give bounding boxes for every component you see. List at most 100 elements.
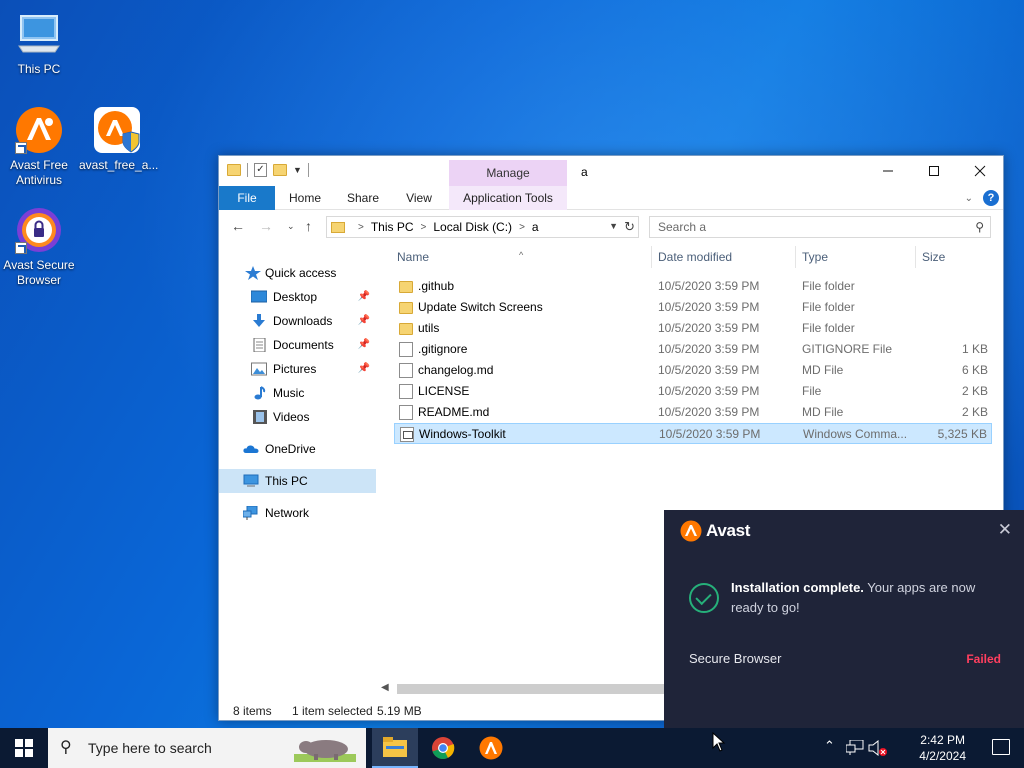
file-type: MD File bbox=[802, 363, 844, 377]
column-header-size[interactable]: Size bbox=[922, 242, 945, 272]
file-type: File folder bbox=[802, 279, 855, 293]
volume-muted-icon[interactable] bbox=[868, 740, 888, 756]
system-clock[interactable]: 2:42 PM 4/2/2024 bbox=[919, 732, 966, 764]
notification-center-icon[interactable] bbox=[992, 739, 1010, 755]
desktop-icon-avast-free-antivirus[interactable]: Avast Free Antivirus bbox=[1, 106, 77, 188]
nav-item-onedrive[interactable]: OneDrive bbox=[219, 437, 376, 461]
help-icon[interactable]: ? bbox=[983, 190, 999, 206]
back-arrow-icon[interactable]: ← bbox=[231, 218, 245, 234]
pictures-icon bbox=[251, 362, 267, 376]
manage-contextual-tab[interactable]: Manage bbox=[449, 160, 567, 187]
nav-item-desktop[interactable]: Desktop 📌 bbox=[219, 285, 376, 309]
file-type: MD File bbox=[802, 405, 844, 419]
file-size: 1 KB bbox=[961, 342, 988, 356]
recent-locations-icon[interactable]: ⌄ bbox=[287, 221, 295, 232]
file-row[interactable]: .gitignore 10/5/2020 3:59 PM GITIGNORE F… bbox=[394, 339, 992, 360]
forward-arrow-icon[interactable]: → bbox=[259, 218, 273, 234]
nav-item-network[interactable]: Network bbox=[219, 501, 376, 525]
scroll-left-icon[interactable]: ◀ bbox=[381, 682, 389, 693]
search-icon[interactable]: ⚲ bbox=[975, 217, 984, 237]
scrollbar-thumb[interactable] bbox=[397, 684, 677, 694]
desktop-icon-avast-secure-browser[interactable]: Avast Secure Browser bbox=[1, 206, 77, 288]
breadcrumb-separator-icon[interactable]: > bbox=[358, 222, 364, 233]
tab-file[interactable]: File bbox=[219, 186, 275, 210]
breadcrumb-this-pc[interactable]: This PC bbox=[371, 220, 414, 234]
maximize-button[interactable] bbox=[911, 156, 957, 186]
file-row[interactable]: utils 10/5/2020 3:59 PM File folder bbox=[394, 318, 992, 339]
breadcrumb-a[interactable]: a bbox=[532, 220, 539, 234]
pin-icon[interactable]: 📌 bbox=[358, 357, 370, 381]
desktop-icon-this-pc[interactable]: This PC bbox=[1, 10, 77, 77]
column-header-type[interactable]: Type bbox=[802, 242, 828, 272]
title-bar[interactable]: ✓ ▼ Manage a bbox=[219, 156, 1003, 187]
file-date: 10/5/2020 3:59 PM bbox=[658, 405, 760, 419]
desktop-folder-icon bbox=[251, 290, 267, 303]
chevron-down-icon[interactable]: ▼ bbox=[293, 165, 302, 175]
properties-icon[interactable]: ✓ bbox=[254, 163, 267, 177]
column-header-label: Name bbox=[397, 250, 430, 264]
music-note-icon bbox=[254, 386, 266, 400]
shortcut-arrow-icon bbox=[15, 142, 27, 154]
file-row[interactable]: .github 10/5/2020 3:59 PM File folder bbox=[394, 276, 992, 297]
file-row[interactable]: LICENSE 10/5/2020 3:59 PM File 2 KB bbox=[394, 381, 992, 402]
breadcrumb-local-disk[interactable]: Local Disk (C:) bbox=[433, 220, 512, 234]
toolbar-divider bbox=[247, 163, 248, 177]
taskbar-chrome[interactable] bbox=[420, 728, 466, 768]
tab-view[interactable]: View bbox=[395, 186, 443, 210]
avast-installer-icon bbox=[93, 106, 141, 154]
file-date: 10/5/2020 3:59 PM bbox=[659, 427, 761, 441]
file-row[interactable]: README.md 10/5/2020 3:59 PM MD File 2 KB bbox=[394, 402, 992, 423]
file-date: 10/5/2020 3:59 PM bbox=[658, 300, 760, 314]
nav-item-music[interactable]: Music bbox=[219, 381, 376, 405]
desktop-icon-label: avast_free_a... bbox=[79, 158, 159, 172]
chevron-down-icon[interactable]: ▼ bbox=[609, 221, 618, 231]
nav-item-downloads[interactable]: Downloads 📌 bbox=[219, 309, 376, 333]
pin-icon[interactable]: 📌 bbox=[358, 309, 370, 333]
desktop-icon-avast-installer[interactable]: avast_free_a... bbox=[79, 106, 159, 173]
refresh-icon[interactable]: ↻ bbox=[624, 219, 635, 235]
nav-item-pictures[interactable]: Pictures 📌 bbox=[219, 357, 376, 381]
horizontal-scrollbar[interactable]: ◀ bbox=[379, 682, 679, 696]
nav-item-videos[interactable]: Videos bbox=[219, 405, 376, 429]
close-icon[interactable]: ✕ bbox=[998, 520, 1012, 540]
file-type: GITIGNORE File bbox=[802, 342, 893, 356]
network-icon[interactable] bbox=[846, 740, 864, 756]
tab-application-tools[interactable]: Application Tools bbox=[449, 186, 567, 210]
address-bar[interactable]: > This PC > Local Disk (C:) > a ▼ ↻ bbox=[326, 216, 639, 238]
column-header-name[interactable]: Name ^ bbox=[397, 242, 523, 272]
breadcrumb-separator-icon[interactable]: > bbox=[421, 222, 427, 233]
taskbar-avast[interactable] bbox=[468, 728, 514, 768]
file-date: 10/5/2020 3:59 PM bbox=[658, 384, 760, 398]
start-button[interactable] bbox=[0, 728, 48, 768]
column-divider[interactable] bbox=[795, 246, 796, 268]
chevron-up-icon[interactable]: ⌃ bbox=[824, 738, 835, 754]
column-header-date[interactable]: Date modified bbox=[658, 242, 732, 272]
nav-item-label: Downloads bbox=[273, 314, 333, 328]
taskbar-file-explorer[interactable] bbox=[372, 728, 418, 768]
file-row[interactable]: Update Switch Screens 10/5/2020 3:59 PM … bbox=[394, 297, 992, 318]
breadcrumb-separator-icon[interactable]: > bbox=[519, 222, 525, 233]
tab-home[interactable]: Home bbox=[281, 186, 329, 210]
column-divider[interactable] bbox=[915, 246, 916, 268]
pin-icon[interactable]: 📌 bbox=[358, 333, 370, 357]
taskbar-search-input[interactable]: ⚲ Type here to search bbox=[48, 728, 366, 768]
pin-icon[interactable]: 📌 bbox=[358, 285, 370, 309]
expand-ribbon-icon[interactable]: ⌄ bbox=[965, 193, 973, 204]
nav-item-quick-access[interactable]: Quick access bbox=[219, 261, 376, 285]
new-folder-icon[interactable] bbox=[273, 164, 287, 176]
search-input[interactable]: Search a ⚲ bbox=[649, 216, 991, 238]
avast-logo-icon bbox=[15, 106, 63, 154]
file-row[interactable]: changelog.md 10/5/2020 3:59 PM MD File 6… bbox=[394, 360, 992, 381]
close-button[interactable] bbox=[957, 156, 1003, 186]
column-divider[interactable] bbox=[651, 246, 652, 268]
avast-brand-name: Avast bbox=[706, 521, 751, 540]
file-row-selected[interactable]: Windows-Toolkit 10/5/2020 3:59 PM Window… bbox=[394, 423, 992, 444]
status-selected-count: 1 item selected bbox=[292, 704, 373, 718]
nav-item-this-pc[interactable]: This PC bbox=[219, 469, 376, 493]
folder-icon bbox=[331, 221, 345, 233]
minimize-button[interactable] bbox=[865, 156, 911, 186]
nav-item-documents[interactable]: Documents 📌 bbox=[219, 333, 376, 357]
file-type: Windows Comma... bbox=[803, 427, 908, 441]
tab-share[interactable]: Share bbox=[339, 186, 387, 210]
up-arrow-icon[interactable]: ↑ bbox=[305, 218, 312, 234]
